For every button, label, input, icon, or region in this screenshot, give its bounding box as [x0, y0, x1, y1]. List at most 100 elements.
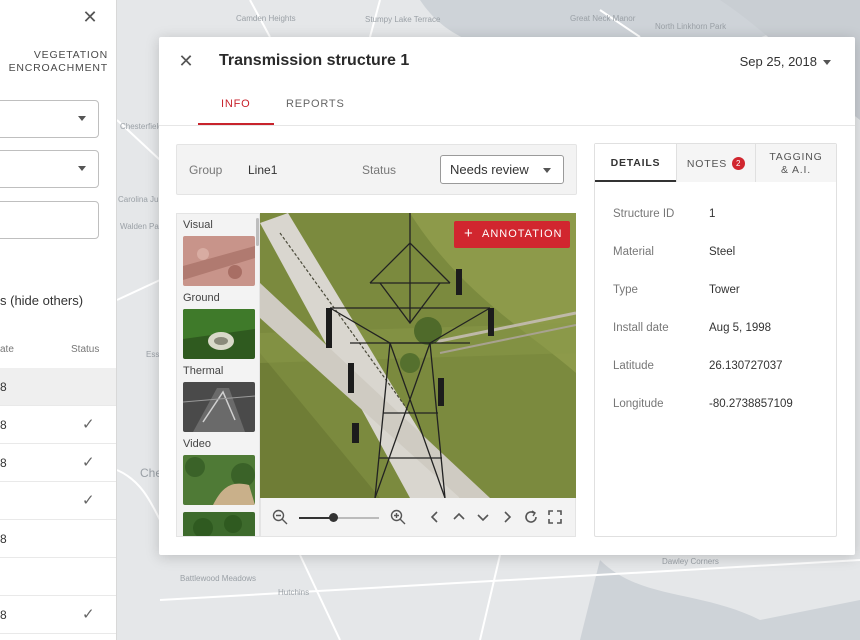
close-icon[interactable]: ✕ — [80, 8, 100, 28]
tab-tagging[interactable]: TAGGING & A.I. — [755, 144, 836, 182]
chevron-left-icon[interactable] — [426, 508, 444, 526]
modal-title: Transmission structure 1 — [219, 52, 410, 69]
thumbnail-label-thermal: Thermal — [183, 365, 224, 377]
tab-details[interactable]: DETAILS — [595, 144, 676, 182]
chevron-right-icon[interactable] — [498, 508, 516, 526]
ground-thumbnail-image — [183, 309, 255, 359]
hide-others-toggle[interactable]: s (hide others) — [0, 293, 83, 308]
date-selector[interactable]: Sep 25, 2018 — [740, 54, 817, 69]
map-label: Great Neck Manor — [570, 14, 636, 23]
structure-modal: ✕ Transmission structure 1 Sep 25, 2018 … — [159, 37, 855, 555]
tab-reports[interactable]: REPORTS — [286, 98, 345, 110]
image-viewer[interactable] — [260, 213, 576, 498]
table-row[interactable]: 8 ✓ — [0, 406, 116, 444]
thumbnail-label-visual: Visual — [183, 219, 213, 231]
table-row[interactable]: ✓ — [0, 482, 116, 520]
check-icon: ✓ — [82, 606, 95, 623]
detail-value: -80.2738857109 — [709, 398, 793, 410]
aerial-tower-image — [260, 213, 576, 498]
filter-select-2[interactable] — [0, 150, 99, 188]
close-icon[interactable]: ✕ — [177, 52, 195, 70]
status-select-value: Needs review — [450, 162, 529, 177]
media-thumbnails[interactable]: Visual Ground Thermal Video — [176, 213, 260, 537]
tagging-tab-label: & A.I. — [781, 164, 811, 176]
thumbnail-label-video: Video — [183, 438, 211, 450]
video-thumbnail-image — [183, 455, 255, 505]
tagging-tab-label: TAGGING — [769, 151, 823, 163]
check-icon: ✓ — [82, 454, 95, 471]
chevron-up-icon[interactable] — [450, 508, 468, 526]
map-label: Hutchins — [278, 588, 310, 597]
fullscreen-icon[interactable] — [546, 508, 564, 526]
table-row[interactable]: 8 ✓ — [0, 596, 116, 634]
filter-input[interactable] — [0, 201, 99, 239]
thumbnail-label-ground: Ground — [183, 292, 220, 304]
filter-select-1[interactable] — [0, 100, 99, 138]
group-label: Group — [189, 163, 223, 177]
zoom-in-icon[interactable] — [389, 508, 407, 526]
detail-key: Structure ID — [613, 208, 675, 220]
visual-thumbnail-image — [183, 236, 255, 286]
check-icon: ✓ — [82, 416, 95, 433]
group-value: Line1 — [248, 163, 278, 177]
video-thumbnail-image — [183, 512, 255, 536]
thumbnail-ground[interactable] — [183, 309, 255, 359]
map-label: Camden Heights — [236, 14, 296, 23]
check-icon: ✓ — [82, 492, 95, 509]
detail-key: Type — [613, 284, 638, 296]
detail-key: Install date — [613, 322, 669, 334]
detail-value: 26.130727037 — [709, 360, 783, 372]
details-card: DETAILS NOTES 2 TAGGING & A.I. Structure … — [594, 143, 837, 537]
detail-key: Longitude — [613, 398, 664, 410]
tab-info[interactable]: INFO — [221, 98, 250, 110]
chevron-down-icon — [78, 166, 86, 171]
map-label: Chesterfield — [120, 122, 163, 131]
table-row[interactable] — [0, 558, 116, 596]
tab-notes[interactable]: NOTES 2 — [676, 144, 755, 182]
row-date: 8 — [0, 456, 7, 470]
notes-tab-label: NOTES — [686, 158, 728, 170]
map-label: Battlewood Meadows — [180, 574, 257, 583]
map-label: Stumpy Lake Terrace — [365, 15, 441, 24]
divider — [159, 125, 855, 126]
row-date: 8 — [0, 608, 7, 622]
chevron-down-icon — [543, 168, 551, 173]
row-date: 8 — [0, 418, 7, 432]
row-date: 8 — [0, 532, 7, 546]
vegetation-encroachment-header: VEGETATION ENCROACHMENT — [9, 49, 108, 75]
zoom-slider-handle[interactable] — [328, 513, 338, 522]
details-tabs: DETAILS NOTES 2 TAGGING & A.I. — [595, 144, 836, 182]
column-header-status[interactable]: Status — [71, 344, 99, 355]
detail-value: 1 — [709, 208, 716, 220]
zoom-slider-fill — [299, 517, 333, 519]
map-label: North Linkhorn Park — [655, 22, 727, 31]
thumbnail-thermal[interactable] — [183, 382, 255, 432]
zoom-out-icon[interactable] — [271, 508, 289, 526]
rotate-icon[interactable] — [522, 508, 540, 526]
detail-key: Latitude — [613, 360, 654, 372]
detail-key: Material — [613, 246, 654, 258]
thumbnail-video-2[interactable] — [183, 512, 255, 536]
add-annotation-button[interactable]: + ANNOTATION — [454, 221, 570, 248]
thumbnail-scrollbar[interactable] — [256, 218, 259, 246]
thumbnail-visual[interactable] — [183, 236, 255, 286]
detail-value: Steel — [709, 246, 736, 258]
chevron-down-icon[interactable] — [823, 60, 831, 65]
column-header-date[interactable]: ate — [0, 344, 14, 355]
status-select[interactable]: Needs review — [440, 155, 564, 184]
plus-icon: + — [464, 225, 474, 242]
map-label: Dawley Corners — [662, 557, 719, 566]
thermal-thumbnail-image — [183, 382, 255, 432]
table-row[interactable]: 8 — [0, 520, 116, 558]
table-row[interactable]: 8 — [0, 368, 116, 406]
table-row[interactable]: 8 ✓ — [0, 444, 116, 482]
header-line: VEGETATION — [33, 49, 108, 61]
detail-value: Aug 5, 1998 — [709, 322, 772, 334]
notes-count-badge: 2 — [732, 157, 746, 170]
thumbnail-video[interactable] — [183, 455, 255, 505]
annotation-button-label: ANNOTATION — [482, 228, 563, 240]
chevron-down-icon[interactable] — [474, 508, 492, 526]
status-label: Status — [362, 163, 397, 177]
row-date: 8 — [0, 380, 7, 394]
header-line: ENCROACHMENT — [8, 62, 108, 74]
